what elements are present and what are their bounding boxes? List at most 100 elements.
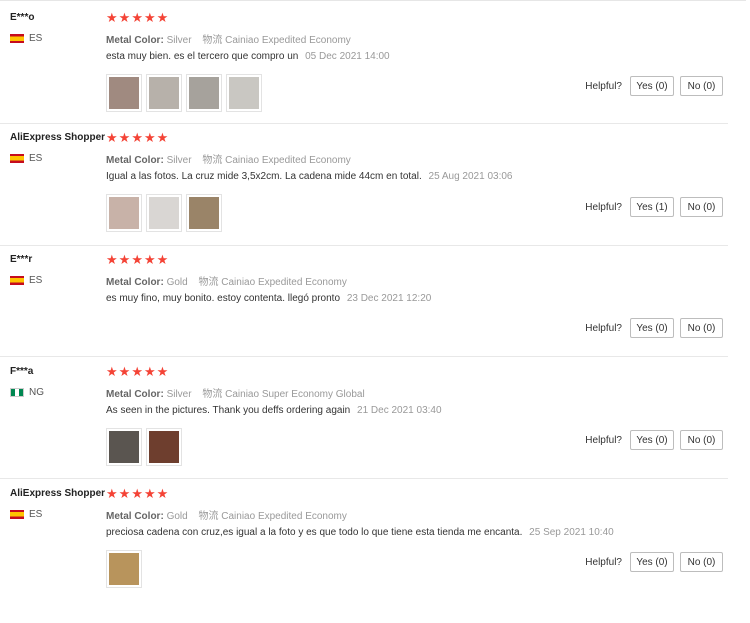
review-photos xyxy=(106,74,262,112)
review-content: es muy fino, muy bonito. estoy contenta.… xyxy=(106,293,341,304)
star-icon: ★ xyxy=(118,130,131,145)
review-photos xyxy=(106,550,142,588)
helpful-yes-button[interactable]: Yes (1) xyxy=(630,197,674,217)
country-code: ES xyxy=(29,33,43,44)
star-icon: ★ xyxy=(131,252,143,267)
attr-value: Gold xyxy=(166,511,188,522)
star-rating: ★ ★ ★ ★ ★ xyxy=(106,365,168,378)
spain-flag-icon xyxy=(10,276,24,285)
star-icon: ★ xyxy=(106,252,118,267)
review-item: E***o ES ★ ★ ★ ★ ★ Metal Color: Silver 物流 Ca… xyxy=(0,4,728,124)
review-photo[interactable] xyxy=(106,74,142,112)
review-photo[interactable] xyxy=(106,428,142,466)
review-photos xyxy=(106,428,182,466)
star-icon: ★ xyxy=(131,486,143,501)
review-attributes: Metal Color: Gold 物流 Cainiao Expedited E… xyxy=(106,273,347,288)
review-content: As seen in the pictures. Thank you deffs… xyxy=(106,405,351,416)
star-icon: ★ xyxy=(131,364,143,379)
helpful-label: Helpful? xyxy=(585,80,622,92)
shipping-value: Cainiao Expedited Economy xyxy=(221,277,347,288)
review-item: AliExpress Shopper ES ★ ★ ★ ★ ★ Metal Color:… xyxy=(0,124,728,246)
review-content: preciosa cadena con cruz,es igual a la f… xyxy=(106,527,523,538)
helpful-label: Helpful? xyxy=(585,322,622,334)
shipping-label: 物流 xyxy=(198,277,219,288)
review-text: As seen in the pictures. Thank you deffs… xyxy=(106,405,442,416)
review-item: E***r ES ★ ★ ★ ★ ★ Metal Color: Gold 物流 Cain… xyxy=(0,246,728,357)
reviewer-country: NG xyxy=(10,387,44,398)
attr-value: Silver xyxy=(166,35,192,46)
review-attributes: Metal Color: Gold 物流 Cainiao Expedited E… xyxy=(106,507,347,522)
star-icon: ★ xyxy=(118,486,131,501)
spain-flag-icon xyxy=(10,34,24,43)
star-icon: ★ xyxy=(106,364,118,379)
review-photo[interactable] xyxy=(106,194,142,232)
helpful-yes-button[interactable]: Yes (0) xyxy=(630,552,674,572)
star-icon: ★ xyxy=(143,364,156,379)
helpful-section: Helpful? Yes (0) No (0) xyxy=(585,318,723,338)
star-icon: ★ xyxy=(106,486,118,501)
nigeria-flag-icon xyxy=(10,388,24,397)
attr-label: Metal Color: xyxy=(106,155,164,166)
review-text: preciosa cadena con cruz,es igual a la f… xyxy=(106,527,614,538)
review-photo[interactable] xyxy=(226,74,262,112)
reviewer-name: AliExpress Shopper xyxy=(10,488,106,499)
review-text: esta muy bien. es el tercero que compro … xyxy=(106,51,390,62)
reviewer-country: ES xyxy=(10,153,42,164)
review-photo[interactable] xyxy=(146,74,182,112)
reviewer-name: F***a xyxy=(10,366,34,377)
shipping-label: 物流 xyxy=(198,511,219,522)
star-icon: ★ xyxy=(143,10,156,25)
helpful-label: Helpful? xyxy=(585,556,622,568)
star-rating: ★ ★ ★ ★ ★ xyxy=(106,11,168,24)
review-photo[interactable] xyxy=(146,428,182,466)
reviewer-country: ES xyxy=(10,275,42,286)
helpful-yes-button[interactable]: Yes (0) xyxy=(630,76,674,96)
attr-label: Metal Color: xyxy=(106,35,164,46)
star-icon: ★ xyxy=(143,486,156,501)
country-code: NG xyxy=(29,387,44,398)
shipping-value: Cainiao Super Economy Global xyxy=(225,389,365,400)
review-item: AliExpress Shopper ES ★ ★ ★ ★ ★ Metal Color:… xyxy=(0,480,728,600)
review-photo[interactable] xyxy=(106,550,142,588)
helpful-no-button[interactable]: No (0) xyxy=(680,430,723,450)
reviewer-country: ES xyxy=(10,33,42,44)
star-icon: ★ xyxy=(118,364,131,379)
helpful-yes-button[interactable]: Yes (0) xyxy=(630,430,674,450)
helpful-label: Helpful? xyxy=(585,201,622,213)
review-text: Igual a las fotos. La cruz mide 3,5x2cm.… xyxy=(106,171,513,182)
helpful-no-button[interactable]: No (0) xyxy=(680,318,723,338)
top-divider xyxy=(0,0,746,1)
review-photo[interactable] xyxy=(186,74,222,112)
country-code: ES xyxy=(29,509,43,520)
star-icon: ★ xyxy=(143,252,156,267)
helpful-no-button[interactable]: No (0) xyxy=(680,552,723,572)
review-date: 05 Dec 2021 14:00 xyxy=(305,51,390,62)
star-icon: ★ xyxy=(143,130,156,145)
shipping-value: Cainiao Expedited Economy xyxy=(225,35,351,46)
star-rating: ★ ★ ★ ★ ★ xyxy=(106,487,168,500)
helpful-yes-button[interactable]: Yes (0) xyxy=(630,318,674,338)
review-photo[interactable] xyxy=(186,194,222,232)
shipping-label: 物流 xyxy=(202,35,223,46)
spain-flag-icon xyxy=(10,154,24,163)
helpful-section: Helpful? Yes (0) No (0) xyxy=(585,430,723,450)
attr-label: Metal Color: xyxy=(106,277,164,288)
review-photos xyxy=(106,194,222,232)
star-icon: ★ xyxy=(106,130,118,145)
star-icon: ★ xyxy=(118,252,131,267)
star-icon: ★ xyxy=(118,10,131,25)
star-icon: ★ xyxy=(156,10,169,25)
country-code: ES xyxy=(29,275,43,286)
review-photo[interactable] xyxy=(146,194,182,232)
attr-label: Metal Color: xyxy=(106,511,164,522)
helpful-no-button[interactable]: No (0) xyxy=(680,76,723,96)
helpful-label: Helpful? xyxy=(585,434,622,446)
helpful-no-button[interactable]: No (0) xyxy=(680,197,723,217)
review-attributes: Metal Color: Silver 物流 Cainiao Expedited… xyxy=(106,31,351,46)
helpful-section: Helpful? Yes (1) No (0) xyxy=(585,197,723,217)
review-date: 21 Dec 2021 03:40 xyxy=(357,405,442,416)
attr-value: Gold xyxy=(166,277,188,288)
review-attributes: Metal Color: Silver 物流 Cainiao Expedited… xyxy=(106,151,351,166)
shipping-label: 物流 xyxy=(202,155,223,166)
review-attributes: Metal Color: Silver 物流 Cainiao Super Eco… xyxy=(106,385,365,400)
